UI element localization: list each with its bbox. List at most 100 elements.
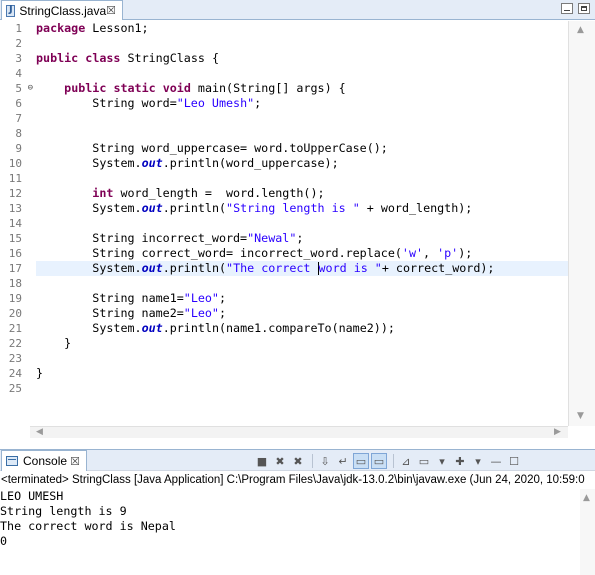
string-token: "Leo" xyxy=(183,306,219,320)
code-line[interactable] xyxy=(36,111,568,126)
remove-all-terminated-icon[interactable]: ✖ xyxy=(290,453,306,469)
code-token: String name1= xyxy=(36,291,184,305)
code-line[interactable] xyxy=(36,216,568,231)
code-token: System. xyxy=(36,201,142,215)
code-token: ; xyxy=(218,306,227,320)
console-output-line: LEO UMESH xyxy=(0,489,64,503)
code-token: , xyxy=(423,246,438,260)
line-number: 1 xyxy=(15,22,22,35)
line-numbers: 1234567891011121314151617181920212223242… xyxy=(0,21,33,396)
code-line[interactable] xyxy=(36,66,568,81)
string-token: "Leo Umesh" xyxy=(176,96,255,110)
code-editor[interactable]: 1234567891011121314151617181920212223242… xyxy=(0,21,595,438)
code-token: .println(name1.compareTo(name2)); xyxy=(162,321,395,335)
editor-tab-label: StringClass.java xyxy=(19,3,107,18)
minimize-icon[interactable] xyxy=(561,3,573,14)
maximize-icon[interactable] xyxy=(578,3,590,14)
line-number: 11 xyxy=(8,172,22,185)
code-line[interactable] xyxy=(36,381,568,396)
code-line[interactable] xyxy=(36,351,568,366)
open-console-dropdown-icon[interactable]: ▾ xyxy=(470,453,486,469)
code-token: ; xyxy=(296,231,304,245)
code-line[interactable]: } xyxy=(36,366,568,381)
code-token: main(String[] args) { xyxy=(190,81,346,95)
code-line[interactable]: int word_length = word.length(); xyxy=(36,186,568,201)
string-token: "String length is " xyxy=(226,201,360,215)
code-line[interactable]: String name1="Leo"; xyxy=(36,291,568,306)
scroll-up-icon[interactable]: ▲ xyxy=(577,25,584,35)
field-token: out xyxy=(141,261,163,275)
code-lines[interactable]: package Lesson1; public class StringClass… xyxy=(36,21,568,396)
line-number: 5 xyxy=(0,81,33,96)
scroll-up-icon[interactable]: ▲ xyxy=(583,493,590,503)
remove-launch-icon[interactable]: ✖ xyxy=(272,453,288,469)
line-number: 24 xyxy=(8,367,22,380)
code-line[interactable]: String word="Leo Umesh"; xyxy=(36,96,568,111)
code-token: System. xyxy=(36,156,142,170)
code-token: String word_uppercase= word.toUpperCase(… xyxy=(36,141,388,155)
code-line[interactable]: String word_uppercase= word.toUpperCase(… xyxy=(36,141,568,156)
show-stderr-icon[interactable]: ▭ xyxy=(371,453,387,469)
scroll-lock-icon[interactable]: ⇩ xyxy=(317,453,333,469)
editor-horizontal-scrollbar[interactable]: ◀ ▶ xyxy=(30,426,568,438)
line-number: 17 xyxy=(8,262,22,275)
code-area[interactable]: 1234567891011121314151617181920212223242… xyxy=(0,21,568,426)
code-line[interactable]: System.out.println(word_uppercase); xyxy=(36,156,568,171)
string-token: word is " xyxy=(318,261,382,275)
line-number: 10 xyxy=(8,157,22,170)
code-line[interactable]: } xyxy=(36,336,568,351)
field-token: out xyxy=(141,321,163,335)
console-tab-label: Console xyxy=(23,454,68,468)
scroll-down-icon[interactable]: ▼ xyxy=(577,411,584,421)
line-number: 7 xyxy=(15,112,22,125)
code-token: .println( xyxy=(162,261,227,275)
console-icon xyxy=(6,456,18,466)
code-line[interactable]: System.out.println(name1.compareTo(name2… xyxy=(36,321,568,336)
display-console-icon[interactable]: ▭ xyxy=(416,453,432,469)
code-line[interactable]: public class StringClass { xyxy=(36,51,568,66)
code-line[interactable]: public static void main(String[] args) { xyxy=(36,81,568,96)
editor-tab-stringclass[interactable]: StringClass.java ☒ xyxy=(1,0,123,20)
code-line[interactable] xyxy=(36,171,568,186)
pin-console-icon[interactable]: ⊿ xyxy=(398,453,414,469)
console-vertical-scrollbar[interactable]: ▲ xyxy=(580,489,595,575)
close-icon[interactable]: ☒ xyxy=(70,455,80,468)
scroll-right-icon[interactable]: ▶ xyxy=(554,427,561,437)
word-wrap-icon[interactable]: ↵ xyxy=(335,453,351,469)
code-line[interactable]: System.out.println("String length is " +… xyxy=(36,201,568,216)
string-token: 'p' xyxy=(437,246,459,260)
code-token: Lesson1; xyxy=(85,21,149,35)
string-token: "Leo" xyxy=(183,291,219,305)
code-line[interactable]: String correct_word= incorrect_word.repl… xyxy=(36,246,568,261)
line-number: 6 xyxy=(15,97,22,110)
code-line[interactable]: package Lesson1; xyxy=(36,21,568,36)
code-line[interactable] xyxy=(36,36,568,51)
open-console-icon[interactable]: ✚ xyxy=(452,453,468,469)
string-token: "Newal" xyxy=(247,231,297,245)
code-line[interactable]: String incorrect_word="Newal"; xyxy=(36,231,568,246)
view-minimize-icon[interactable]: — xyxy=(488,453,504,469)
code-line[interactable]: String name2="Leo"; xyxy=(36,306,568,321)
line-number: 4 xyxy=(15,67,22,80)
scroll-left-icon[interactable]: ◀ xyxy=(36,427,43,437)
terminate-icon[interactable]: ■ xyxy=(254,453,270,469)
code-token: System. xyxy=(36,261,142,275)
code-line[interactable] xyxy=(36,276,568,291)
line-number: 8 xyxy=(15,127,22,140)
code-line[interactable]: System.out.println("The correct word is … xyxy=(36,261,568,276)
console-output[interactable]: LEO UMESH String length is 9 The correct w… xyxy=(0,489,580,575)
field-token: out xyxy=(141,156,163,170)
console-tab[interactable]: Console ☒ xyxy=(1,450,87,471)
display-console-dropdown-icon[interactable]: ▾ xyxy=(434,453,450,469)
close-icon[interactable]: ☒ xyxy=(106,4,116,17)
editor-vertical-scrollbar[interactable]: ▲ ▼ xyxy=(568,21,595,426)
code-line[interactable] xyxy=(36,126,568,141)
java-file-icon xyxy=(6,4,16,17)
show-stdout-icon[interactable]: ▭ xyxy=(353,453,369,469)
view-maximize-icon[interactable]: ☐ xyxy=(506,453,522,469)
line-number: 13 xyxy=(8,202,22,215)
keyword-token: public xyxy=(36,51,79,65)
